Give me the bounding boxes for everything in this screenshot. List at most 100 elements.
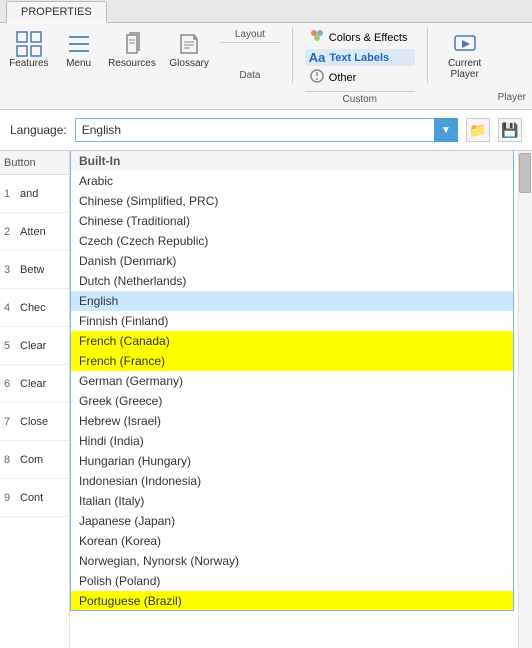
features-label: Features [9,58,48,69]
dropdown-item-french-france[interactable]: French (France) [71,351,513,371]
dropdown-item-finnish[interactable]: Finnish (Finland) [71,311,513,331]
dropdown-item-czech[interactable]: Czech (Czech Republic) [71,231,513,251]
dropdown-item-danish[interactable]: Danish (Denmark) [71,251,513,271]
row-5: 5 Clear [0,327,69,365]
row-3: 3 Betw [0,251,69,289]
colors-effects-button[interactable]: Colors & Effects [305,27,415,48]
menu-label: Menu [66,58,91,69]
dropdown-item-hungarian[interactable]: Hungarian (Hungary) [71,451,513,471]
dropdown-item-arabic[interactable]: Arabic [71,171,513,191]
player-section-label: Player [498,92,526,105]
row-9: 9 Cont [0,479,69,517]
current-player-button[interactable]: Current Player [440,27,490,83]
row-text-6: Clear [20,378,46,390]
left-column: Button 1 and 2 Atten 3 Betw 4 Chec 5 Cle… [0,151,70,648]
row-text-3: Betw [20,264,44,276]
glossary-icon [175,30,203,58]
other-label: Other [329,72,357,84]
divider-1 [292,27,293,83]
custom-group: Colors & Effects Aa Text Labels Other Cu… [305,27,415,105]
button-col-header: Button [0,151,69,175]
custom-section-label: Custom [305,91,415,105]
features-button[interactable]: Features [6,27,52,72]
row-num-6: 6 [4,378,16,390]
dropdown-item-dutch[interactable]: Dutch (Netherlands) [71,271,513,291]
dropdown-item-english[interactable]: English [71,291,513,311]
menu-button[interactable]: Menu [60,27,98,72]
colors-effects-icon [309,28,325,47]
dropdown-items-container: Built-InArabicChinese (Simplified, PRC)C… [71,151,513,611]
row-num-9: 9 [4,492,16,504]
data-label: Data [220,70,280,81]
dropdown-item-french-canada[interactable]: French (Canada) [71,331,513,351]
text-labels-label: Text Labels [329,52,389,64]
resources-label: Resources [108,58,156,69]
row-num-5: 5 [4,340,16,352]
row-2: 2 Atten [0,213,69,251]
app-window: PROPERTIES Features [0,0,532,648]
language-dropdown-list: Built-InArabicChinese (Simplified, PRC)C… [70,151,514,611]
row-8: 8 Com [0,441,69,479]
dropdown-item-chinese-traditional[interactable]: Chinese (Traditional) [71,211,513,231]
other-icon [309,68,325,87]
properties-tab[interactable]: PROPERTIES [6,1,107,23]
dropdown-item-polish[interactable]: Polish (Poland) [71,571,513,591]
language-select-wrapper [75,118,458,142]
folder-icon: 📁 [469,122,486,139]
language-input[interactable] [75,118,458,142]
dropdown-item-korean[interactable]: Korean (Korea) [71,531,513,551]
dropdown-item-japanese[interactable]: Japanese (Japan) [71,511,513,531]
scrollbar-track[interactable] [518,151,532,648]
row-1: 1 and [0,175,69,213]
features-icon [15,30,43,58]
dropdown-item-hebrew[interactable]: Hebrew (Israel) [71,411,513,431]
dropdown-item-portuguese-brazil[interactable]: Portuguese (Brazil) [71,591,513,611]
current-player-label: Current Player [448,58,481,80]
row-text-5: Clear [20,340,46,352]
row-text-9: Cont [20,492,43,504]
glossary-button[interactable]: Glossary [166,27,212,72]
dropdown-item-italian[interactable]: Italian (Italy) [71,491,513,511]
row-num-3: 3 [4,264,16,276]
glossary-label: Glossary [169,58,208,69]
player-text-labels-section: Language: 📁 💾 [0,110,532,151]
folder-button[interactable]: 📁 [466,118,490,142]
save-icon: 💾 [501,122,518,139]
resources-icon [118,30,146,58]
other-button[interactable]: Other [305,67,415,88]
save-button[interactable]: 💾 [498,118,522,142]
dropdown-item-hindi[interactable]: Hindi (India) [71,431,513,451]
dropdown-item-norwegian[interactable]: Norwegian, Nynorsk (Norway) [71,551,513,571]
row-text-2: Atten [20,226,46,238]
text-labels-icon: Aa [309,50,326,65]
dropdown-item-greek[interactable]: Greek (Greece) [71,391,513,411]
row-text-8: Com [20,454,43,466]
layout-label: Layout [220,29,280,43]
text-labels-button[interactable]: Aa Text Labels [305,49,415,66]
dropdown-item-built-in[interactable]: Built-In [71,151,513,171]
row-6: 6 Clear [0,365,69,403]
dropdown-item-indonesian[interactable]: Indonesian (Indonesia) [71,471,513,491]
language-label: Language: [10,123,67,137]
dropdown-item-german[interactable]: German (Germany) [71,371,513,391]
resources-button[interactable]: Resources [106,27,159,72]
current-player-icon [451,30,479,58]
row-num-7: 7 [4,416,16,428]
toolbar: Features Menu R [0,23,532,110]
row-num-4: 4 [4,302,16,314]
language-dropdown-arrow[interactable] [434,118,458,142]
row-num-1: 1 [4,188,16,200]
scrollbar-thumb[interactable] [519,153,531,193]
divider-2 [427,27,428,83]
main-area: Button 1 and 2 Atten 3 Betw 4 Chec 5 Cle… [0,151,532,648]
row-num-2: 2 [4,226,16,238]
row-num-8: 8 [4,454,16,466]
dropdown-item-chinese-simplified[interactable]: Chinese (Simplified, PRC) [71,191,513,211]
colors-effects-label: Colors & Effects [329,32,408,44]
row-7: 7 Close [0,403,69,441]
button-col-label: Button [4,157,36,169]
row-text-1: and [20,188,38,200]
tab-bar: PROPERTIES [0,0,532,23]
row-text-4: Chec [20,302,46,314]
language-row: Language: 📁 💾 [10,118,522,142]
